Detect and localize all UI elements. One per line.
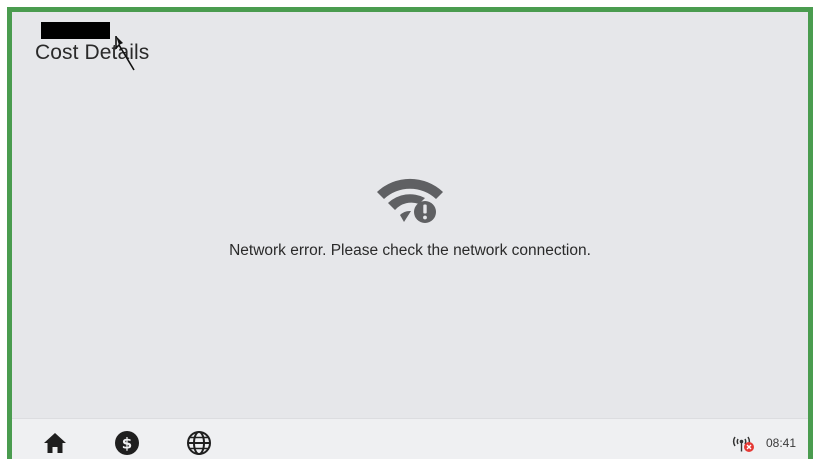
cost-button[interactable]: $ [113, 429, 141, 457]
signal-disconnected-icon [732, 436, 754, 452]
mouse-cursor-icon [115, 36, 135, 71]
dollar-icon: $ [115, 431, 139, 455]
error-message: Network error. Please check the network … [229, 242, 591, 259]
error-panel: Network error. Please check the network … [12, 170, 808, 260]
status-time: 08:41 [766, 436, 797, 450]
globe-icon [187, 431, 211, 455]
redacted-block [41, 22, 110, 39]
home-button[interactable] [41, 429, 69, 457]
network-button[interactable] [185, 429, 213, 457]
home-icon [44, 433, 66, 453]
wifi-error-icon [377, 178, 443, 223]
svg-text:$: $ [122, 435, 132, 453]
app-window: Cost Details Network error. Please check… [7, 7, 813, 459]
bottom-navigation-bar: $ 08:41 [12, 418, 808, 459]
